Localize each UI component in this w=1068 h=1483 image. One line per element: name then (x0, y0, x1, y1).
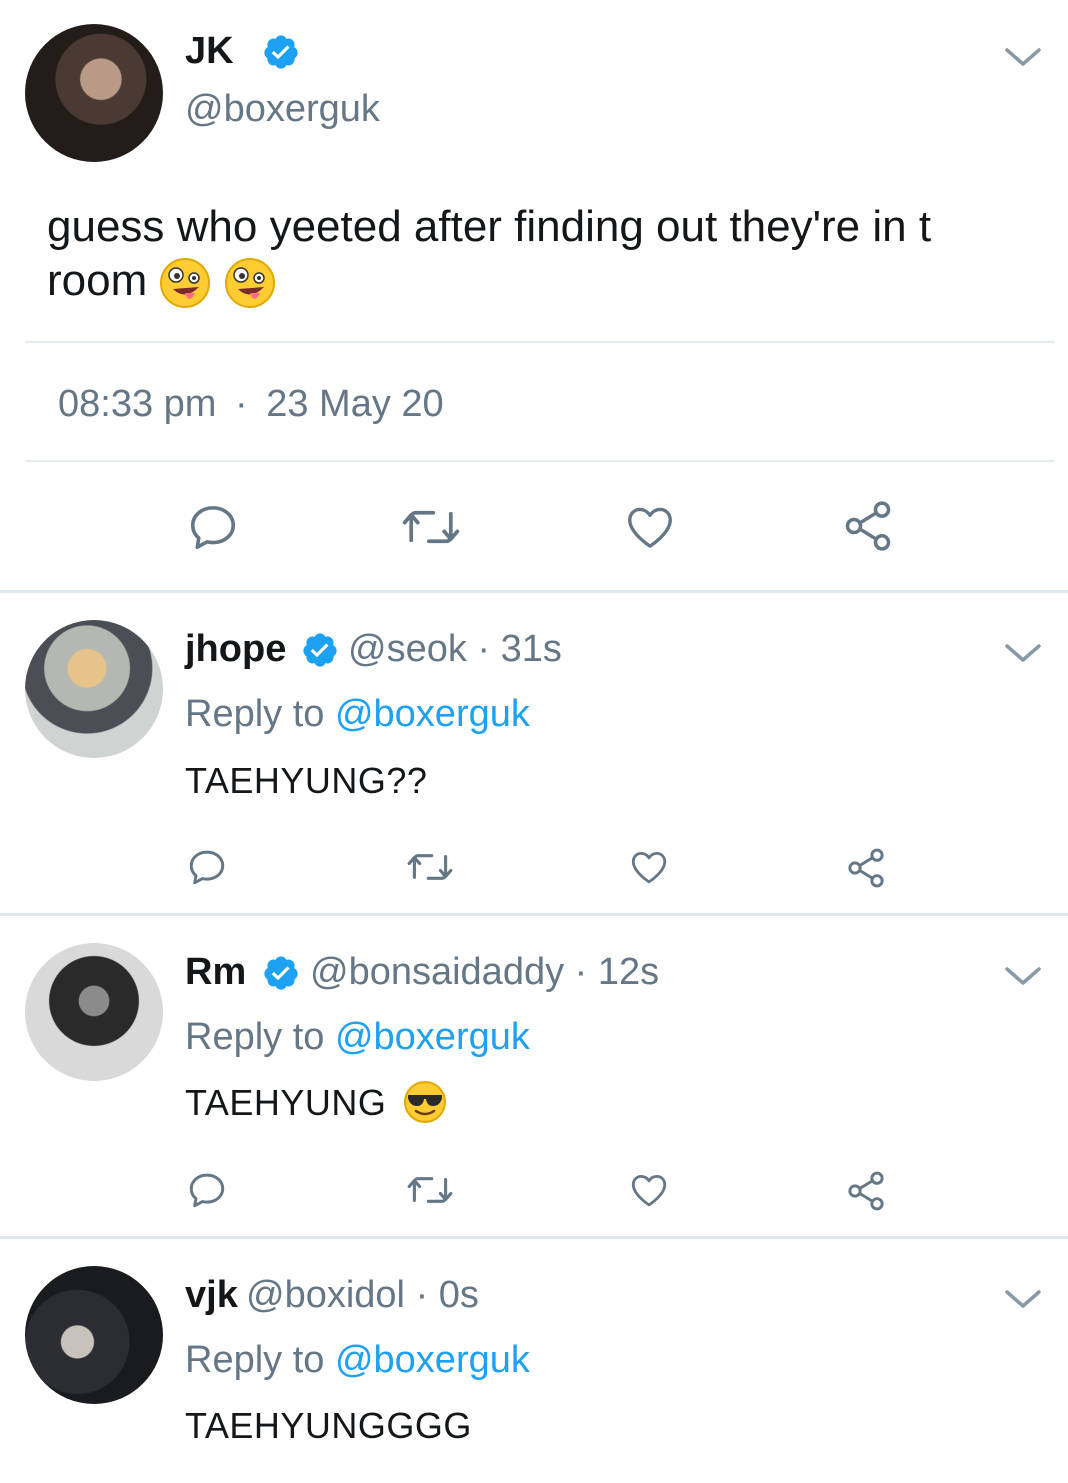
tweet-separator (0, 1236, 1068, 1239)
reply-text: TAEHYUNG?? (185, 760, 428, 801)
meta-separator: · (235, 383, 248, 425)
reply-text: TAEHYUNG (185, 1082, 387, 1123)
avatar-vjk[interactable] (25, 1266, 163, 1404)
reply-to-line: Reply to @boxerguk (185, 1339, 530, 1382)
retweet-icon[interactable] (404, 846, 456, 888)
verified-badge-icon (264, 35, 298, 69)
reply-handle[interactable]: @seok · 31s (348, 628, 562, 671)
tweet-separator (0, 913, 1068, 916)
reply-handle[interactable]: @boxidol · 0s (246, 1274, 479, 1317)
avatar-jk[interactable] (25, 24, 163, 162)
reply-author-name[interactable]: Rm (185, 951, 246, 994)
reply-text: TAEHYUNGGGG (185, 1405, 472, 1446)
retweet-icon[interactable] (398, 500, 464, 554)
zany-face-emoji (160, 258, 211, 309)
sunglasses-face-emoji (403, 1081, 446, 1124)
tweet-separator (0, 590, 1068, 593)
reply-handle[interactable]: @bonsaidaddy · 12s (310, 951, 659, 994)
chevron-down-icon[interactable] (1003, 1286, 1043, 1312)
tweet-date: 23 May 20 (266, 383, 444, 425)
avatar-jhope[interactable] (25, 620, 163, 758)
share-icon[interactable] (840, 498, 896, 554)
chevron-down-icon[interactable] (1003, 963, 1043, 989)
retweet-icon[interactable] (404, 1169, 456, 1211)
like-icon[interactable] (622, 500, 678, 554)
zany-face-emoji (224, 258, 275, 309)
share-icon[interactable] (844, 1169, 888, 1213)
reply-to-link[interactable]: @boxerguk (335, 1339, 530, 1381)
reply-author-name[interactable]: jhope (185, 628, 286, 671)
avatar-rm[interactable] (25, 943, 163, 1081)
verified-badge-icon (303, 633, 337, 667)
reply-icon[interactable] (186, 846, 228, 888)
share-icon[interactable] (844, 846, 888, 890)
like-icon[interactable] (627, 846, 671, 888)
reply-icon[interactable] (186, 500, 240, 554)
chevron-down-icon[interactable] (1003, 640, 1043, 666)
reply-to-line: Reply to @boxerguk (185, 693, 530, 736)
reply-time: · 12s (574, 951, 660, 993)
reply-icon[interactable] (186, 1169, 228, 1211)
reply-author-name[interactable]: vjk (185, 1274, 238, 1317)
author-name[interactable]: JK (185, 30, 234, 73)
chevron-down-icon[interactable] (1003, 44, 1043, 70)
reply-to-prefix: Reply to (185, 1016, 335, 1058)
reply-to-prefix: Reply to (185, 1339, 335, 1381)
reply-handle-text[interactable]: @bonsaidaddy (310, 951, 564, 993)
divider (25, 460, 1055, 462)
author-handle[interactable]: @boxerguk (185, 88, 380, 131)
reply-to-line: Reply to @boxerguk (185, 1016, 530, 1059)
reply-to-prefix: Reply to (185, 693, 335, 735)
reply-to-link[interactable]: @boxerguk (335, 693, 530, 735)
tweet-text: guess who yeeted after finding out they'… (47, 200, 1037, 309)
reply-handle-text[interactable]: @boxidol (246, 1274, 405, 1316)
reply-time: · 0s (415, 1274, 479, 1316)
reply-text-line: TAEHYUNG (185, 1081, 447, 1124)
tweet-time: 08:33 pm (58, 383, 217, 425)
reply-time: · 31s (477, 628, 562, 670)
tweet-timestamp: 08:33 pm · 23 May 20 (58, 383, 444, 426)
divider (25, 341, 1055, 343)
reply-handle-text[interactable]: @seok (348, 628, 467, 670)
like-icon[interactable] (627, 1169, 671, 1211)
reply-to-link[interactable]: @boxerguk (335, 1016, 530, 1058)
verified-badge-icon (264, 956, 298, 990)
